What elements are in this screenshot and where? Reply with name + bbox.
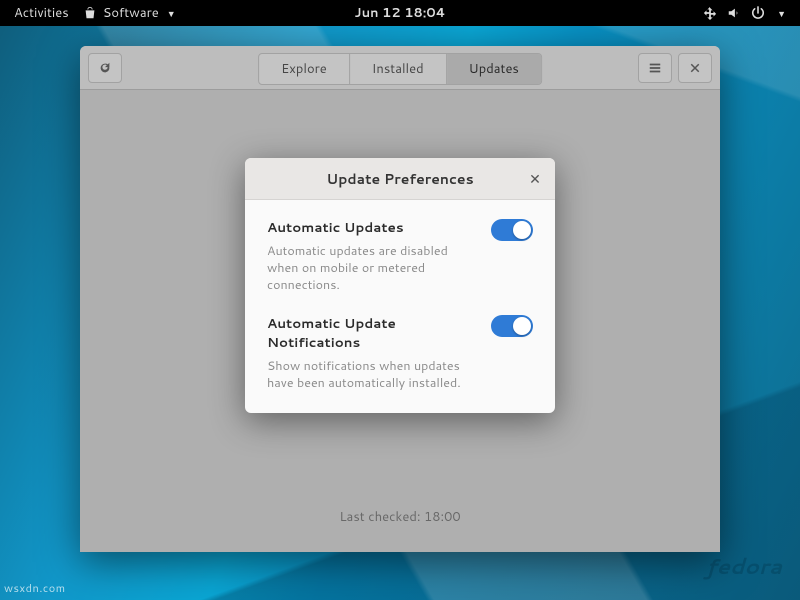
dialog-header: Update Preferences ✕ [245, 158, 555, 200]
pref-title: Automatic Update Notifications [267, 314, 477, 352]
watermark-text: wsxdn.com [4, 580, 66, 596]
tab-installed[interactable]: Installed [350, 54, 447, 84]
pref-automatic-update-notifications: Automatic Update Notifications Show noti… [267, 314, 533, 392]
close-icon [689, 62, 701, 74]
shopping-bag-icon [83, 6, 97, 20]
gnome-topbar: Activities Software ▼ Jun 12 18:04 ▼ [0, 0, 800, 26]
chevron-down-icon[interactable]: ▼ [777, 7, 786, 20]
update-preferences-dialog: Update Preferences ✕ Automatic Updates A… [245, 158, 555, 413]
chevron-down-icon: ▼ [167, 7, 176, 20]
headerbar: Explore Installed Updates [80, 46, 720, 90]
window-close-button[interactable] [678, 53, 712, 83]
hamburger-icon [648, 61, 662, 75]
tab-explore[interactable]: Explore [259, 54, 350, 84]
clock[interactable]: Jun 12 18:04 [354, 4, 445, 22]
hamburger-menu-button[interactable] [638, 53, 672, 83]
refresh-button[interactable] [88, 53, 122, 83]
dialog-title: Update Preferences [326, 169, 473, 189]
tab-updates[interactable]: Updates [447, 54, 541, 84]
app-menu-label: Software [103, 4, 159, 22]
automatic-updates-switch[interactable] [491, 219, 533, 241]
dialog-close-button[interactable]: ✕ [525, 169, 545, 189]
dialog-body: Automatic Updates Automatic updates are … [245, 200, 555, 413]
pref-automatic-updates: Automatic Updates Automatic updates are … [267, 218, 533, 294]
network-icon[interactable] [703, 6, 717, 20]
power-icon[interactable] [751, 6, 765, 20]
pref-title: Automatic Updates [267, 218, 477, 237]
close-icon: ✕ [529, 169, 541, 189]
activities-button[interactable]: Activities [14, 4, 69, 22]
pref-description: Show notifications when updates have bee… [267, 358, 477, 392]
app-menu[interactable]: Software ▼ [83, 4, 176, 22]
automatic-update-notifications-switch[interactable] [491, 315, 533, 337]
last-checked-label: Last checked: 18:00 [339, 508, 460, 526]
view-switcher: Explore Installed Updates [258, 53, 542, 85]
volume-icon[interactable] [727, 6, 741, 20]
refresh-icon [98, 61, 112, 75]
pref-description: Automatic updates are disabled when on m… [267, 243, 477, 294]
distro-logo: fedora [706, 551, 782, 582]
